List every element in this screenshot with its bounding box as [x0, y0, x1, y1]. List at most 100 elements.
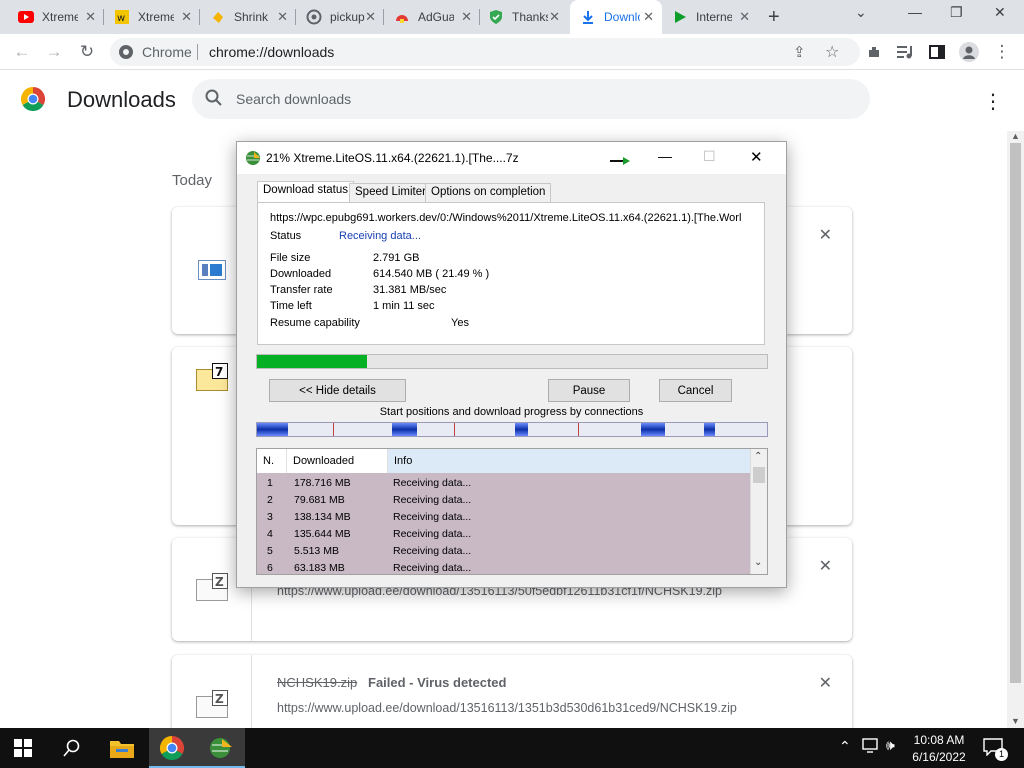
close-icon[interactable]: ✕	[365, 9, 376, 25]
table-row[interactable]: 4 135.644 MB Receiving data...	[257, 526, 750, 543]
idm-title-bar[interactable]: 21% Xtreme.LiteOS.11.x64.(22621.1).[The.…	[237, 142, 786, 174]
forward-icon[interactable]: →	[43, 41, 65, 63]
tab-search-icon[interactable]: ⌄	[855, 4, 867, 21]
cell-number: 6	[267, 562, 273, 574]
col-header-info[interactable]: Info	[388, 449, 750, 473]
share-icon[interactable]: ⇪	[793, 43, 806, 61]
omnibox[interactable]: Chrome chrome://downloads ⇪ ☆	[110, 38, 860, 66]
close-icon[interactable]: ✕	[643, 9, 654, 25]
reload-icon[interactable]: ↻	[76, 41, 98, 63]
table-header: N. Downloaded Info	[257, 449, 750, 473]
remove-item-close-icon[interactable]: ✕	[819, 225, 832, 245]
table-scrollbar[interactable]: ⌃ ⌄	[750, 449, 767, 574]
omnibox-url[interactable]: chrome://downloads	[209, 44, 334, 60]
volume-icon[interactable]: 🕪	[886, 737, 895, 754]
tab-2[interactable]: Shrink ✕	[200, 0, 296, 34]
tab-6-active[interactable]: Downloads ✕	[570, 0, 662, 34]
tab-7[interactable]: Internet ✕	[662, 0, 758, 34]
remove-item-close-icon[interactable]: ✕	[819, 556, 832, 576]
page-scrollbar-thumb[interactable]	[1010, 143, 1021, 683]
page-title: Downloads	[67, 87, 176, 112]
idm-maximize-icon[interactable]: ☐	[703, 148, 716, 165]
tab-download-status[interactable]: Download status	[257, 181, 355, 203]
tab-5[interactable]: Thanks ✕	[478, 0, 568, 34]
downloaded-value: 614.540 MB ( 21.49 % )	[373, 268, 490, 280]
tab-0[interactable]: Xtreme ✕	[8, 0, 104, 34]
downloaded-label: Downloaded	[270, 268, 332, 280]
windows-start-icon[interactable]	[9, 734, 37, 762]
cancel-button[interactable]: Cancel	[659, 379, 732, 402]
side-panel-icon[interactable]	[926, 41, 948, 63]
table-scrollbar-thumb[interactable]	[753, 467, 765, 483]
restore-icon[interactable]: ❐	[950, 4, 963, 21]
col-header-downloaded[interactable]: Downloaded	[287, 449, 388, 473]
hide-details-button[interactable]: << Hide details	[269, 379, 406, 402]
extensions-icon[interactable]	[863, 41, 885, 63]
cell-downloaded: 138.134 MB	[294, 511, 351, 523]
scroll-down-icon[interactable]: ▼	[1011, 716, 1020, 726]
close-icon[interactable]: ✕	[85, 9, 96, 25]
new-tab-button[interactable]: +	[768, 6, 780, 29]
bookmark-star-icon[interactable]: ☆	[825, 42, 839, 62]
tab-1[interactable]: w Xtreme ✕	[104, 0, 200, 34]
connection-segment	[392, 423, 417, 436]
pause-button[interactable]: Pause	[548, 379, 630, 402]
close-icon[interactable]: ✕	[739, 9, 750, 25]
close-window-icon[interactable]: ✕	[994, 4, 1006, 21]
tab-4[interactable]: AdGuard ✕	[384, 0, 480, 34]
file-explorer-icon[interactable]	[108, 734, 136, 762]
table-row[interactable]: 5 5.513 MB Receiving data...	[257, 543, 750, 560]
clock-time[interactable]: 10:08 AM	[909, 733, 969, 747]
remove-item-close-icon[interactable]: ✕	[819, 673, 832, 693]
chrome-taskbar-icon[interactable]	[158, 734, 186, 762]
time-left-value: 1 min 11 sec	[373, 300, 435, 312]
close-icon[interactable]: ✕	[181, 9, 192, 25]
cell-info: Receiving data...	[393, 511, 472, 523]
profile-avatar-icon[interactable]	[958, 41, 980, 63]
close-icon[interactable]: ✕	[461, 9, 472, 25]
table-row[interactable]: 6 63.183 MB Receiving data...	[257, 560, 750, 574]
download-progress-bar	[256, 354, 768, 369]
table-row[interactable]: 3 138.134 MB Receiving data...	[257, 509, 750, 526]
download-url[interactable]: https://www.upload.ee/download/13516113/…	[277, 701, 737, 715]
network-icon[interactable]	[862, 738, 880, 757]
chevron-down-icon[interactable]: ⌄	[754, 557, 762, 568]
resume-capability-label: Resume capability	[270, 317, 360, 329]
connection-start-tick	[578, 423, 579, 436]
idm-minimize-icon[interactable]: —	[658, 148, 672, 164]
idm-close-icon[interactable]: ✕	[750, 148, 763, 166]
cell-downloaded: 79.681 MB	[294, 494, 345, 506]
download-icon	[580, 9, 596, 25]
cell-downloaded: 5.513 MB	[294, 545, 339, 557]
media-control-icon[interactable]	[895, 41, 917, 63]
close-icon[interactable]: ✕	[277, 9, 288, 25]
connection-start-tick	[333, 423, 334, 436]
cell-number: 4	[267, 528, 273, 540]
idm-arrow-icon	[610, 154, 630, 169]
idm-title: 21% Xtreme.LiteOS.11.x64.(22621.1).[The.…	[266, 151, 519, 165]
menu-kebab-icon[interactable]: ⋮	[991, 41, 1013, 63]
close-icon[interactable]: ✕	[549, 9, 560, 25]
clock-date[interactable]: 6/16/2022	[909, 750, 969, 764]
idm-taskbar-icon[interactable]	[207, 734, 235, 762]
tab-3[interactable]: pickup ✕	[296, 0, 384, 34]
back-icon[interactable]: ←	[11, 41, 33, 63]
table-row[interactable]: 1 178.716 MB Receiving data...	[257, 475, 750, 492]
file-size-value: 2.791 GB	[373, 252, 420, 264]
minimize-icon[interactable]: —	[908, 4, 922, 20]
table-row[interactable]: 2 79.681 MB Receiving data...	[257, 492, 750, 509]
tab-options-on-completion[interactable]: Options on completion	[425, 183, 552, 202]
connection-segment	[257, 423, 288, 436]
chevron-up-icon[interactable]: ⌃	[754, 451, 762, 462]
tab-title: AdGuard	[418, 10, 454, 24]
download-filename[interactable]: NCHSK19.zip	[277, 675, 357, 690]
col-header-number[interactable]: N.	[257, 449, 287, 473]
more-actions-icon[interactable]: ⋮	[983, 89, 1003, 114]
tab-speed-limiter[interactable]: Speed Limiter	[349, 183, 432, 202]
chevron-up-icon[interactable]: ⌃	[839, 738, 851, 755]
search-downloads-input[interactable]: Search downloads	[192, 79, 870, 119]
search-icon[interactable]	[58, 734, 86, 762]
idm-globe-icon	[244, 150, 262, 169]
resume-capability-value: Yes	[451, 317, 469, 329]
scroll-up-icon[interactable]: ▲	[1011, 131, 1020, 141]
